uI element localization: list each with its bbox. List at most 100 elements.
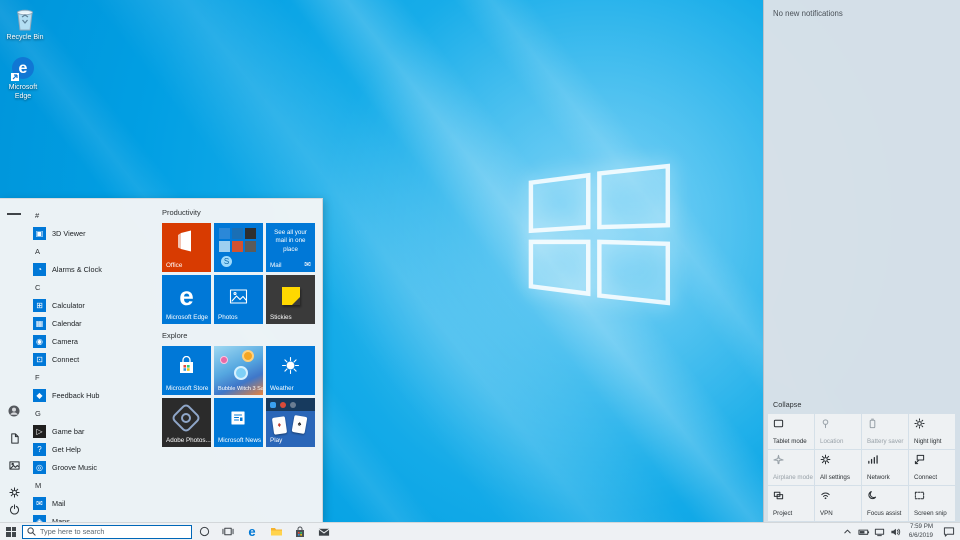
cortana-button[interactable] — [192, 523, 216, 540]
desktop-icon-microsoft-edge[interactable]: e Microsoft Edge — [0, 56, 46, 102]
action-center-button[interactable] — [938, 523, 960, 540]
app-list-item-mail[interactable]: ✉Mail — [28, 494, 158, 512]
expand-menu-icon[interactable] — [7, 207, 21, 221]
quick-action-all-settings[interactable]: All settings — [815, 450, 861, 485]
app-list-item-3d-viewer[interactable]: ▣3D Viewer — [28, 224, 158, 242]
adobe-icon — [170, 402, 201, 433]
edge-icon: e — [248, 525, 255, 538]
connect-icon — [914, 454, 925, 465]
tray-volume-button[interactable] — [888, 523, 904, 540]
desktop-icon-label: Recycle Bin — [2, 34, 48, 43]
taskbar-edge-button[interactable]: e — [240, 523, 264, 540]
quick-action-connect[interactable]: Connect — [909, 450, 955, 485]
collapse-button[interactable]: Collapse — [773, 400, 801, 409]
app-list-header[interactable]: A — [28, 242, 158, 260]
app-list-item-alarms-clock[interactable]: ◔Alarms & Clock — [28, 260, 158, 278]
office-icon — [174, 229, 198, 253]
project-icon — [773, 490, 784, 501]
app-list-item-camera[interactable]: ◉Camera — [28, 332, 158, 350]
search-input[interactable] — [40, 527, 187, 536]
tile-bubble-witch[interactable]: Bubble Witch 3 Saga — [214, 346, 263, 395]
notification-status: No new notifications — [773, 9, 843, 18]
app-list-header[interactable]: # — [28, 206, 158, 224]
maps-icon: ◈ — [33, 515, 46, 523]
tile-group-title: Productivity — [162, 208, 201, 217]
tray-network-button[interactable] — [872, 523, 888, 540]
screen-snip-icon — [914, 490, 925, 501]
app-list-item-maps[interactable]: ◈Maps — [28, 512, 158, 522]
mail-button[interactable] — [312, 523, 336, 540]
desktop-icon-label: Microsoft Edge — [0, 84, 46, 102]
groove-music-icon: ◎ — [33, 461, 46, 474]
desktop-icon-recycle-bin[interactable]: Recycle Bin — [2, 6, 48, 43]
app-list-item-get-help[interactable]: ?Get Help — [28, 440, 158, 458]
battery-saver-icon — [867, 418, 878, 429]
taskbar-search[interactable] — [22, 525, 192, 539]
app-list-item-groove-music[interactable]: ◎Groove Music — [28, 458, 158, 476]
tile-mail[interactable]: See all your mail in one place Mail ✉ — [266, 223, 315, 272]
app-list-header[interactable]: C — [28, 278, 158, 296]
microsoft-store-button[interactable] — [288, 523, 312, 540]
app-list-item-connect[interactable]: ⊡Connect — [28, 350, 158, 368]
quick-action-project[interactable]: Project — [768, 486, 814, 521]
documents-icon[interactable] — [7, 431, 21, 445]
calendar-icon: ▦ — [33, 317, 46, 330]
weather-sun-icon — [281, 356, 300, 375]
mail-envelope-icon: ✉ — [304, 260, 311, 269]
quick-action-airplane-mode[interactable]: Airplane mode — [768, 450, 814, 485]
app-list-header[interactable]: F — [28, 368, 158, 386]
tile-office-folder[interactable]: S — [214, 223, 263, 272]
tile-microsoft-store[interactable]: Microsoft Store — [162, 346, 211, 395]
task-view-button[interactable] — [216, 523, 240, 540]
app-list-item-feedback-hub[interactable]: ◆Feedback Hub — [28, 386, 158, 404]
volume-icon — [890, 527, 901, 537]
tile-weather[interactable]: Weather — [266, 346, 315, 395]
power-icon[interactable] — [7, 502, 21, 516]
play-tile-strip — [266, 398, 315, 411]
tile-microsoft-news[interactable]: Microsoft News — [214, 398, 263, 447]
start-menu-rail — [0, 199, 28, 522]
location-icon — [820, 418, 831, 429]
settings-icon[interactable] — [7, 485, 21, 499]
tile-play[interactable]: ♦ ♠ Play — [266, 398, 315, 447]
pictures-icon[interactable] — [7, 458, 21, 472]
quick-action-network[interactable]: Network — [862, 450, 908, 485]
file-explorer-button[interactable] — [264, 523, 288, 540]
connect-icon: ⊡ — [33, 353, 46, 366]
quick-action-screen-snip[interactable]: Screen snip — [909, 486, 955, 521]
camera-icon: ◉ — [33, 335, 46, 348]
start-button[interactable] — [0, 523, 22, 540]
quick-action-tablet-mode[interactable]: Tablet mode — [768, 414, 814, 449]
windows-logo-icon — [6, 527, 16, 537]
app-list-item-calendar[interactable]: ▦Calendar — [28, 314, 158, 332]
tile-microsoft-edge[interactable]: e Microsoft Edge — [162, 275, 211, 324]
quick-action-location[interactable]: Location — [815, 414, 861, 449]
tray-battery-button[interactable] — [856, 523, 872, 540]
tile-stickies[interactable]: Stickies — [266, 275, 315, 324]
app-list-header[interactable]: M — [28, 476, 158, 494]
quick-action-battery-saver[interactable]: Battery saver — [862, 414, 908, 449]
photos-icon — [229, 287, 248, 306]
quick-action-night-light[interactable]: Night light — [909, 414, 955, 449]
tile-office[interactable]: Office — [162, 223, 211, 272]
night-light-icon — [914, 418, 925, 429]
app-list-item-game-bar[interactable]: ▷Game bar — [28, 422, 158, 440]
svg-text:e: e — [19, 60, 28, 77]
tile-adobe-photoshop-express[interactable]: Adobe Photos... — [162, 398, 211, 447]
tile-photos[interactable]: Photos — [214, 275, 263, 324]
quick-action-vpn[interactable]: VPN — [815, 486, 861, 521]
task-view-icon — [222, 526, 234, 537]
news-icon — [230, 409, 248, 427]
alarms-clock-icon: ◔ — [33, 263, 46, 276]
cortana-icon — [199, 526, 210, 537]
stickies-icon — [282, 287, 300, 305]
app-list-item-calculator[interactable]: ⊞Calculator — [28, 296, 158, 314]
quick-action-focus-assist[interactable]: Focus assist — [862, 486, 908, 521]
battery-icon — [858, 527, 870, 537]
tray-clock[interactable]: 7:59 PM 6/6/2019 — [909, 523, 933, 539]
start-menu-tiles: Productivity Office S See all your mail … — [158, 199, 323, 522]
user-avatar-icon[interactable] — [7, 404, 21, 418]
game-bar-icon: ▷ — [33, 425, 46, 438]
tray-chevron-button[interactable] — [840, 523, 856, 540]
app-list-header[interactable]: G — [28, 404, 158, 422]
